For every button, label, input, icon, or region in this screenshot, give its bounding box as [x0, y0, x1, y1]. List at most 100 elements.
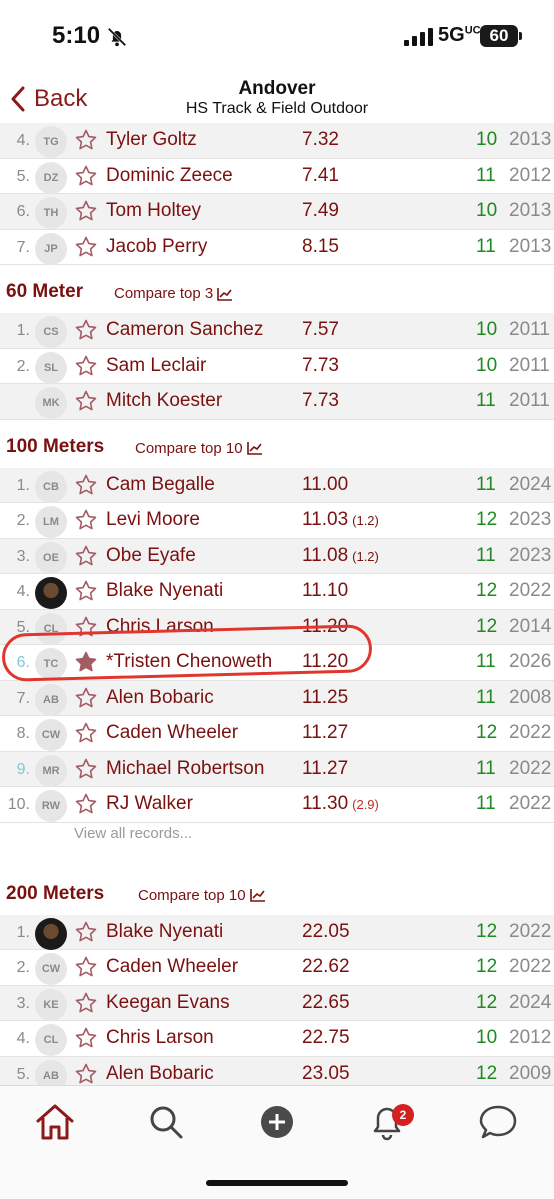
star-outline-icon[interactable] — [74, 164, 98, 188]
avatar[interactable]: TG — [35, 126, 67, 158]
record-row[interactable]: 1. CS Cameron Sanchez 7.57 10 2011 — [0, 313, 554, 349]
record-row[interactable]: 7. JP Jacob Perry 8.15 11 2013 — [0, 230, 554, 265]
avatar[interactable]: TC — [35, 648, 67, 680]
athlete-name[interactable]: Sam Leclair — [106, 355, 296, 377]
avatar[interactable]: CS — [35, 316, 67, 348]
tab-search[interactable] — [142, 1100, 190, 1144]
avatar[interactable]: CL — [35, 1024, 67, 1056]
star-outline-icon[interactable] — [74, 721, 98, 745]
star-outline-icon[interactable] — [74, 473, 98, 497]
record-row[interactable]: 5. DZ Dominic Zeece 7.41 11 2012 — [0, 159, 554, 194]
record-row[interactable]: 3. KE Keegan Evans 22.65 12 2024 — [0, 985, 554, 1021]
star-outline-icon[interactable] — [74, 920, 98, 944]
page-subtitle: HS Track & Field Outdoor — [185, 100, 369, 117]
star-outline-icon[interactable] — [74, 792, 98, 816]
star-outline-icon[interactable] — [74, 686, 98, 710]
athlete-name[interactable]: Caden Wheeler — [106, 956, 296, 978]
athlete-name[interactable]: RJ Walker — [106, 793, 296, 815]
tab-messages[interactable] — [474, 1100, 522, 1144]
compare-link[interactable]: Compare top 3 — [114, 285, 233, 302]
record-row[interactable]: 4. CL Chris Larson 22.75 10 2012 — [0, 1021, 554, 1057]
star-outline-icon[interactable] — [74, 389, 98, 413]
avatar[interactable]: KE — [35, 988, 67, 1021]
athlete-name[interactable]: Levi Moore — [106, 509, 296, 531]
star-outline-icon[interactable] — [74, 757, 98, 781]
athlete-name[interactable]: Dominic Zeece — [106, 165, 296, 187]
athlete-name[interactable]: Alen Bobaric — [106, 1063, 296, 1085]
record-row[interactable]: 5. AB Alen Bobaric 23.05 12 2009 — [0, 1056, 554, 1086]
record-row[interactable]: 1. Blake Nyenati 22.05 12 2022 — [0, 914, 554, 950]
compare-link[interactable]: Compare top 10 — [135, 440, 263, 457]
athlete-name[interactable]: Cam Begalle — [106, 474, 296, 496]
athlete-name[interactable]: Tyler Goltz — [106, 129, 296, 151]
avatar[interactable]: MK — [35, 387, 67, 419]
record-row[interactable]: 2. LM Levi Moore 11.03 (1.2) 12 2023 — [0, 503, 554, 539]
avatar[interactable]: CW — [35, 719, 67, 751]
tab-add[interactable] — [253, 1100, 301, 1144]
star-outline-icon[interactable] — [74, 235, 98, 259]
athlete-name[interactable]: *Tristen Chenoweth — [106, 651, 296, 673]
athlete-name[interactable]: Jacob Perry — [106, 236, 296, 258]
record-row[interactable]: 4. TG Tyler Goltz 7.32 10 2013 — [0, 123, 554, 159]
avatar[interactable]: AB — [35, 683, 67, 716]
avatar[interactable] — [35, 577, 67, 609]
avatar[interactable]: TH — [35, 197, 67, 229]
athlete-name[interactable]: Alen Bobaric — [106, 687, 296, 709]
avatar[interactable] — [35, 917, 67, 950]
record-row[interactable]: 1. CB Cam Begalle 11.00 11 2024 — [0, 467, 554, 503]
athlete-name[interactable]: Caden Wheeler — [106, 722, 296, 744]
avatar[interactable]: CW — [35, 953, 67, 985]
avatar[interactable]: JP — [35, 232, 67, 265]
athlete-name[interactable]: Blake Nyenati — [106, 921, 296, 943]
avatar[interactable]: RW — [35, 790, 67, 822]
record-row[interactable]: 2. SL Sam Leclair 7.73 10 2011 — [0, 349, 554, 384]
athlete-name[interactable]: Cameron Sanchez — [106, 319, 296, 341]
star-outline-icon[interactable] — [74, 508, 98, 532]
athlete-name[interactable]: Chris Larson — [106, 616, 296, 638]
record-row[interactable]: 8. CW Caden Wheeler 11.27 12 2022 — [0, 716, 554, 752]
athlete-name[interactable]: Obe Eyafe — [106, 545, 296, 567]
grade: 11 — [476, 164, 496, 186]
view-all-records-link[interactable]: View all records... — [0, 823, 554, 853]
record-row[interactable]: 7. AB Alen Bobaric 11.25 11 2008 — [0, 680, 554, 716]
star-outline-icon[interactable] — [74, 199, 98, 223]
avatar[interactable]: CB — [35, 470, 67, 503]
athlete-name[interactable]: Blake Nyenati — [106, 580, 296, 602]
athlete-name[interactable]: Keegan Evans — [106, 992, 296, 1014]
star-outline-icon[interactable] — [74, 991, 98, 1015]
record-row[interactable]: MK Mitch Koester 7.73 11 2011 — [0, 384, 554, 420]
record-row[interactable]: 6. TH Tom Holtey 7.49 10 2013 — [0, 194, 554, 230]
star-outline-icon[interactable] — [74, 354, 98, 378]
athlete-name[interactable]: Mitch Koester — [106, 390, 296, 412]
year: 2009 — [509, 1062, 552, 1084]
record-row[interactable]: 10. RW RJ Walker 11.30 (2.9) 11 2022 — [0, 787, 554, 823]
record-row[interactable]: 5. CL Chris Larson 11.20 12 2014 — [0, 609, 554, 645]
avatar[interactable]: AB — [35, 1059, 67, 1085]
avatar[interactable]: LM — [35, 506, 67, 538]
avatar[interactable]: CL — [35, 612, 67, 645]
star-outline-icon[interactable] — [74, 1062, 98, 1086]
record-row[interactable]: 3. OE Obe Eyafe 11.08 (1.2) 11 2023 — [0, 538, 554, 574]
athlete-name[interactable]: Tom Holtey — [106, 200, 296, 222]
avatar[interactable]: DZ — [35, 161, 67, 194]
avatar[interactable]: OE — [35, 541, 67, 574]
record-row[interactable]: 9. MR Michael Robertson 11.27 11 2022 — [0, 751, 554, 787]
star-filled-icon[interactable] — [74, 650, 98, 674]
records-list[interactable]: 4. TG Tyler Goltz 7.32 10 2013 5. DZ Dominic Zee… — [0, 123, 554, 1085]
star-outline-icon[interactable] — [74, 544, 98, 568]
tab-home[interactable] — [31, 1100, 79, 1144]
record-row[interactable]: 2. CW Caden Wheeler 22.62 12 2022 — [0, 950, 554, 986]
star-outline-icon[interactable] — [74, 1026, 98, 1050]
star-outline-icon[interactable] — [74, 955, 98, 979]
star-outline-icon[interactable] — [74, 615, 98, 639]
athlete-name[interactable]: Michael Robertson — [106, 758, 296, 780]
star-outline-icon[interactable] — [74, 128, 98, 152]
record-row[interactable]: 6. TC *Tristen Chenoweth 11.20 11 2026 — [0, 645, 554, 681]
avatar[interactable]: MR — [35, 754, 67, 787]
athlete-name[interactable]: Chris Larson — [106, 1027, 296, 1049]
star-outline-icon[interactable] — [74, 318, 98, 342]
avatar[interactable]: SL — [35, 351, 67, 384]
record-row[interactable]: 4. Blake Nyenati 11.10 12 2022 — [0, 574, 554, 610]
star-outline-icon[interactable] — [74, 579, 98, 603]
compare-link[interactable]: Compare top 10 — [138, 887, 266, 904]
